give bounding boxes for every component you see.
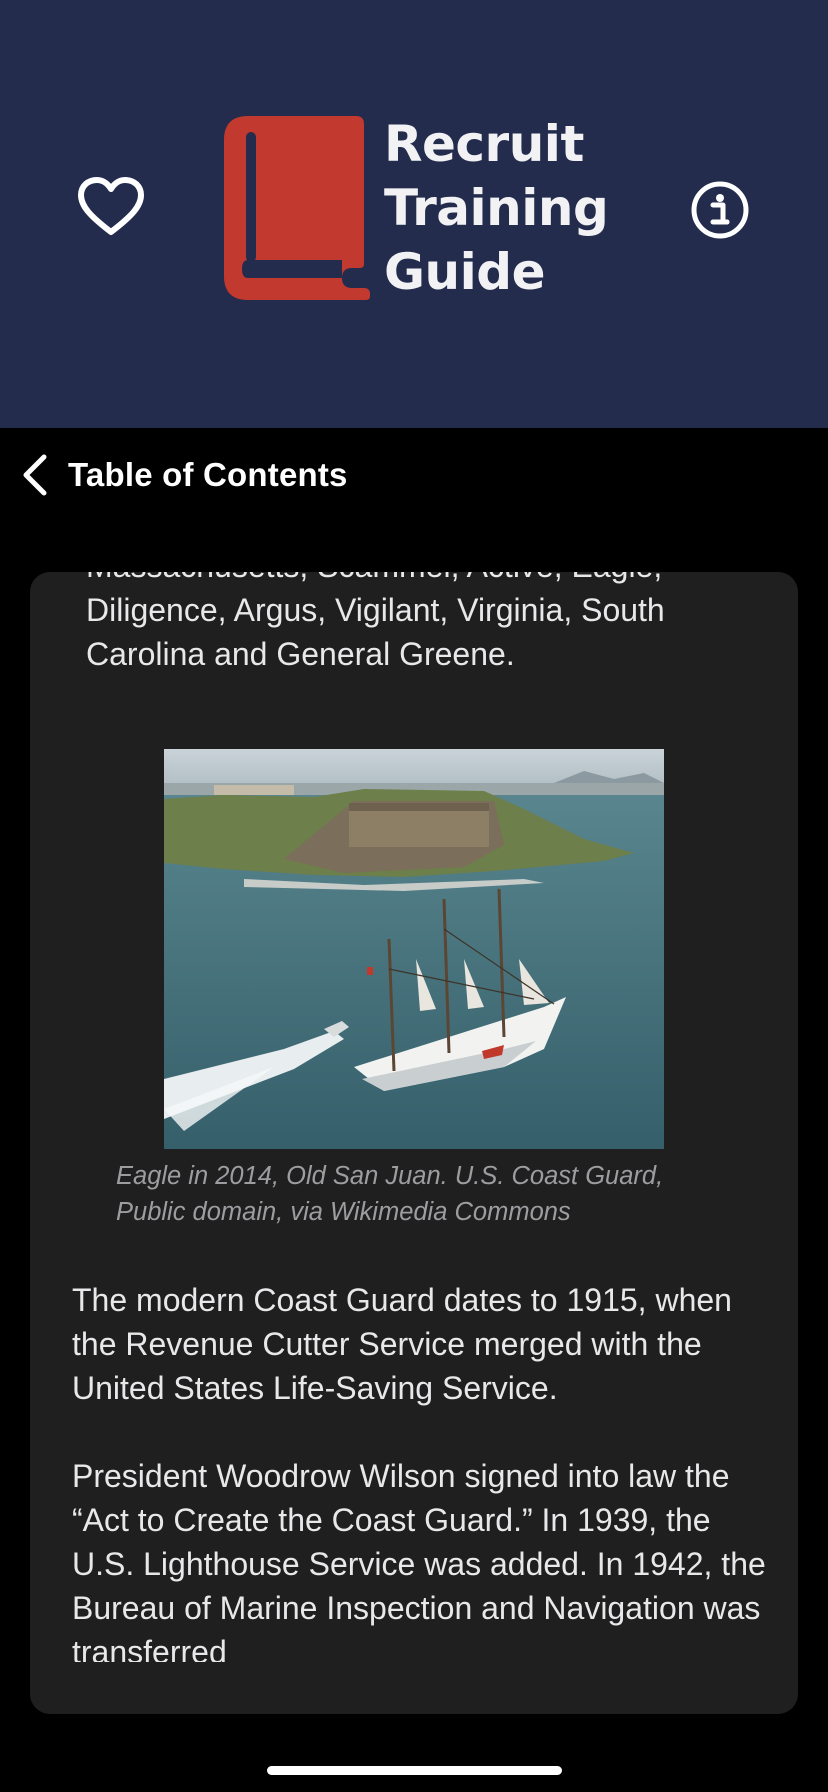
article-paragraph: The modern Coast Guard dates to 1915, wh… xyxy=(72,1282,732,1406)
book-logo-icon xyxy=(224,116,370,300)
navigation-bar: Table of Contents xyxy=(0,428,828,518)
app-title-line: Recruit xyxy=(384,115,584,173)
article-paragraph: Massachusetts, Scammel, Active, Eagle, D… xyxy=(86,572,665,672)
favorite-heart-icon[interactable] xyxy=(76,176,146,238)
chevron-left-icon xyxy=(23,454,47,496)
coast-guard-ship-photo xyxy=(164,749,664,1149)
article-scroll-area[interactable]: Massachusetts, Scammel, Active, Eagle, D… xyxy=(30,572,798,1662)
article-paragraph: President Woodrow Wilson signed into law… xyxy=(72,1458,766,1662)
app-title: Recruit Training Guide xyxy=(384,112,684,304)
back-button-label: Table of Contents xyxy=(68,456,348,493)
app-header: Recruit Training Guide xyxy=(0,0,828,428)
home-indicator[interactable] xyxy=(267,1766,562,1775)
info-icon[interactable] xyxy=(690,180,750,240)
back-to-table-of-contents-button[interactable]: Table of Contents xyxy=(20,452,348,498)
app-title-line: Guide xyxy=(384,243,545,301)
image-caption: Eagle in 2014, Old San Juan. U.S. Coast … xyxy=(116,1162,664,1226)
app-title-line: Training xyxy=(384,179,609,237)
article-card[interactable]: Massachusetts, Scammel, Active, Eagle, D… xyxy=(30,572,798,1714)
